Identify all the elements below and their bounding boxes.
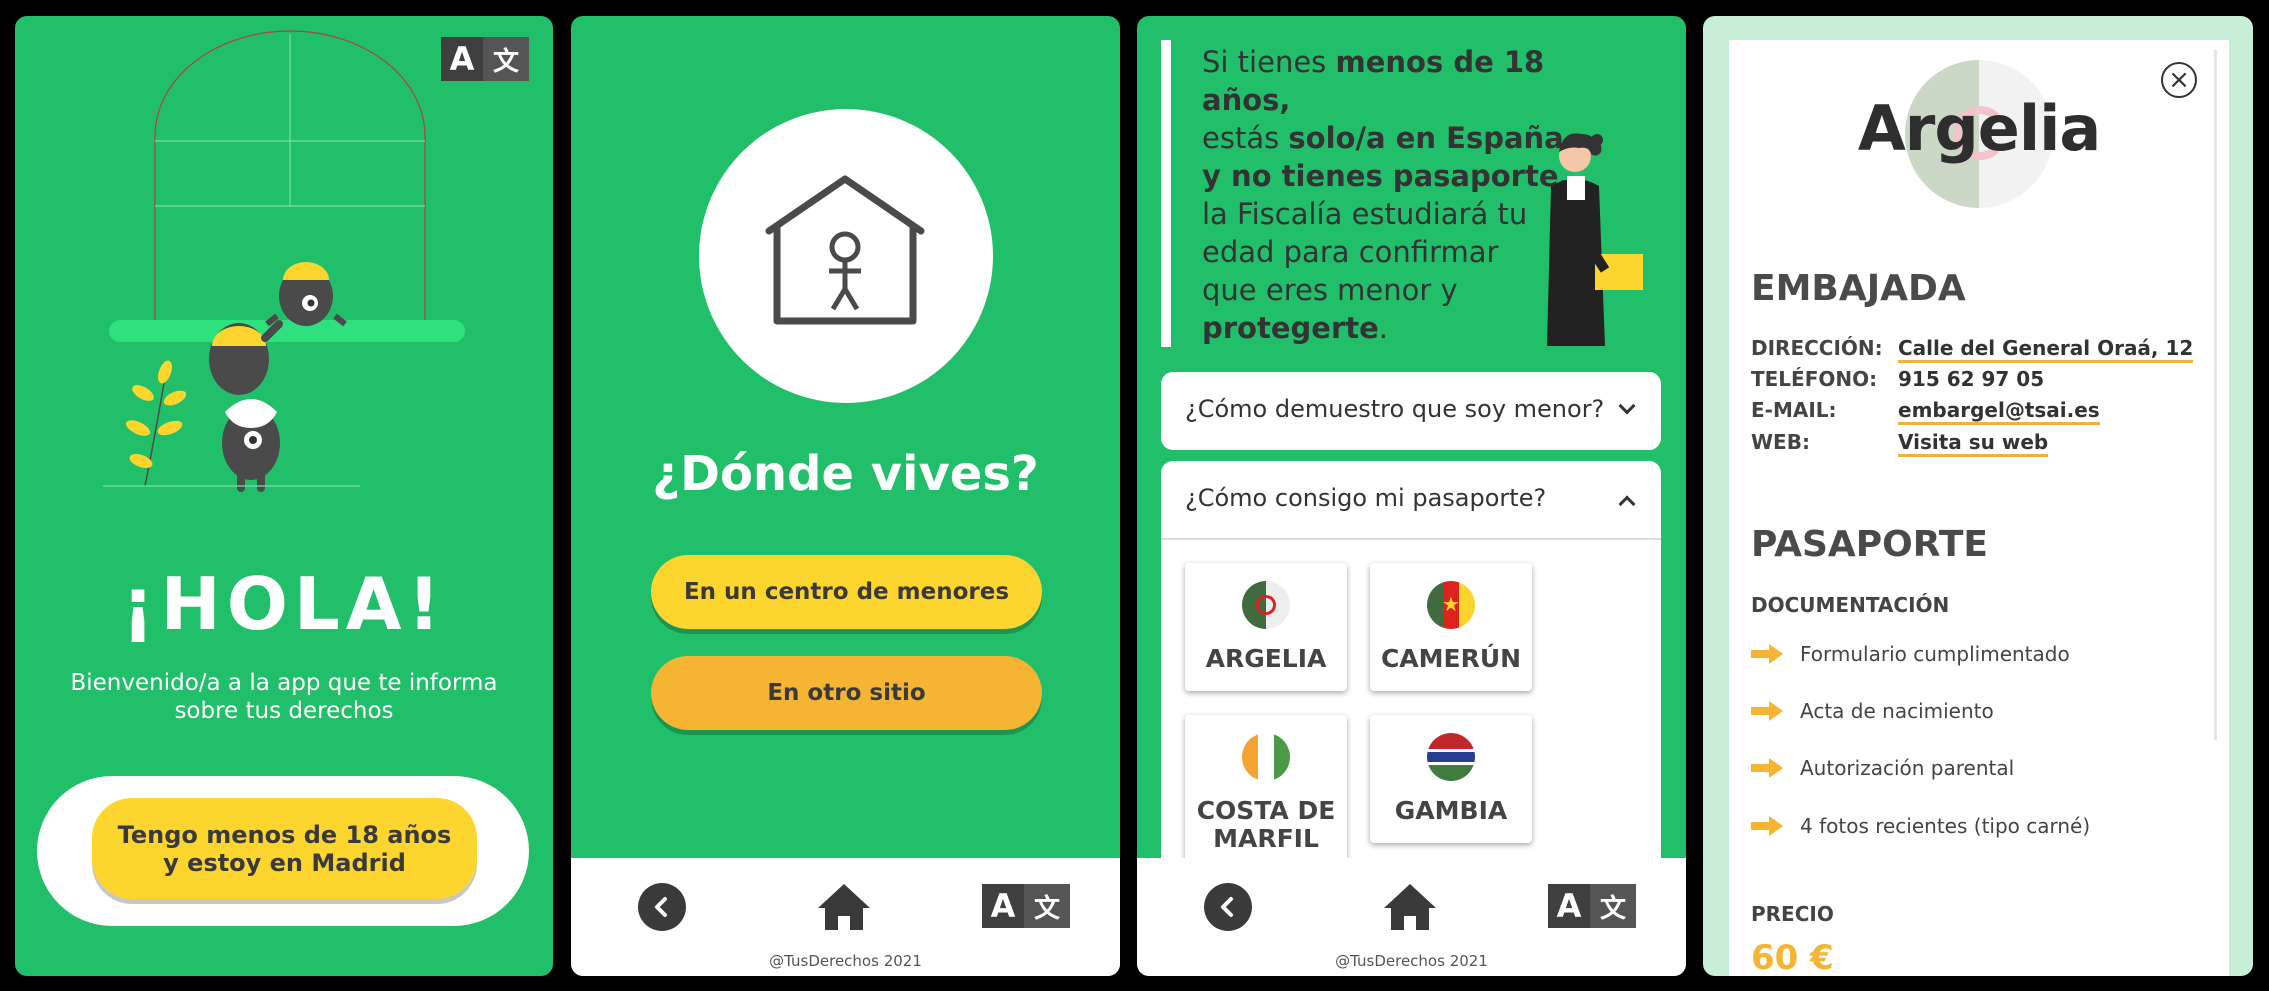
web-link[interactable]: Visita su web [1898, 430, 2049, 457]
embassy-title: EMBAJADA [1751, 268, 1966, 309]
country-name-line-1: COSTA DE [1196, 796, 1336, 825]
document-name: Autorización parental [1800, 756, 2015, 780]
document-name: Formulario cumplimentado [1800, 642, 2070, 666]
minor-info-text: Si tienes menos de 18 años, estás solo/a… [1202, 43, 1582, 347]
price-label: PRECIO [1751, 902, 1834, 926]
price-value: 60 € [1751, 938, 1834, 976]
arrow-right-icon [1751, 644, 1783, 664]
divider [1161, 538, 1661, 540]
phone-value: 915 62 97 05 [1898, 367, 2045, 391]
where-do-you-live-title: ¿Dónde vives? [652, 446, 1039, 502]
intro-l8: protegerte [1202, 311, 1379, 345]
intro-l3b: solo/a en España [1288, 121, 1564, 155]
phone-label: TELÉFONO: [1751, 367, 1878, 391]
translate-glyph: 文 [1590, 884, 1636, 928]
country-name: CAMERÚN [1380, 644, 1522, 673]
intro-l3a: estás [1202, 121, 1289, 155]
country-name-line-2: MARFIL [1213, 824, 1319, 853]
address-link[interactable]: Calle del General Oraá, 12 [1898, 336, 2194, 363]
chevron-up-icon [1618, 495, 1636, 513]
document-name: Acta de nacimiento [1800, 699, 1994, 723]
passport-title: PASAPORTE [1751, 524, 1988, 565]
close-icon: × [2168, 65, 2190, 95]
faq-get-passport-label: ¿Cómo consigo mi pasaporte? [1185, 484, 1547, 512]
copyright-footer: @TusDerechos 2021 [1335, 952, 1488, 970]
country-name: GAMBIA [1394, 796, 1508, 825]
web-value[interactable]: Visita su web [1898, 430, 2049, 457]
cameroon-flag-icon: ★ [1427, 581, 1475, 629]
translate-glyph: 文 [1024, 884, 1070, 928]
screen-passport-info: Si tienes menos de 18 años, estás solo/a… [1137, 16, 1686, 976]
country-card-gambia[interactable]: GAMBIA [1370, 715, 1532, 843]
welcome-illustration [103, 30, 465, 492]
intro-l4a: y [1202, 159, 1231, 193]
ivory-coast-flag-icon [1242, 733, 1290, 781]
email-link[interactable]: embargel@tsai.es [1898, 398, 2100, 425]
scrollbar[interactable] [2214, 50, 2217, 740]
home-icon[interactable] [816, 882, 872, 932]
bottom-navigation: A 文 @TusDerechos 2021 [571, 858, 1120, 976]
greeting-title: ¡HOLA! [121, 562, 447, 646]
country-card-camerun[interactable]: ★ CAMERÚN [1370, 563, 1532, 691]
close-button[interactable]: × [2161, 62, 2197, 98]
arrow-right-icon [1751, 701, 1783, 721]
country-card-argelia[interactable]: ARGELIA [1185, 563, 1347, 691]
prosecutor-illustration [1547, 133, 1643, 346]
algeria-flag-icon [1242, 581, 1290, 629]
faq-prove-minor-label: ¿Cómo demuestro que soy menor? [1185, 395, 1605, 423]
document-name: 4 fotos recientes (tipo carné) [1800, 814, 2091, 838]
screen-welcome: A 文 ¡HOLA! Bienvenido/a a la app que te … [15, 16, 553, 976]
intro-l4b: no tienes pasaporte, [1231, 159, 1570, 193]
country-name: ARGELIA [1205, 644, 1327, 673]
copyright-footer: @TusDerechos 2021 [769, 952, 922, 970]
country-title: Argelia [1857, 92, 2101, 165]
chevron-down-icon [1618, 397, 1636, 415]
chevron-left-icon [655, 897, 667, 917]
quote-bar [1161, 40, 1171, 347]
translate-button[interactable]: A 文 [1548, 884, 1636, 928]
intro-l1a: Si tienes [1202, 45, 1336, 79]
house-person-icon [765, 175, 925, 325]
screen-where-do-you-live: ¿Dónde vives? En un centro de menores En… [571, 16, 1120, 976]
welcome-line-2: sobre tus derechos [174, 698, 394, 724]
gambia-flag-icon [1427, 733, 1475, 781]
intro-l8b: . [1378, 311, 1388, 345]
web-label: WEB: [1751, 430, 1810, 454]
documentation-label: DOCUMENTACIÓN [1751, 593, 1950, 617]
minors-center-button[interactable]: En un centro de menores [651, 555, 1042, 629]
chevron-left-icon [1221, 897, 1233, 917]
intro-l5: la Fiscalía estudiará tu [1202, 197, 1528, 231]
country-detail-card: Argelia × EMBAJADA DIRECCIÓN: Calle del … [1729, 40, 2229, 976]
welcome-line-1: Bienvenido/a a la app que te informa [70, 670, 498, 696]
intro-l1b: menos de 18 [1335, 45, 1545, 79]
country-card-costa-de-marfil[interactable]: COSTA DE MARFIL [1185, 715, 1347, 865]
home-icon[interactable] [1382, 882, 1438, 932]
other-place-button[interactable]: En otro sitio [651, 656, 1042, 730]
address-value[interactable]: Calle del General Oraá, 12 [1898, 336, 2194, 363]
intro-l6: edad para confirmar [1202, 235, 1499, 269]
intro-l2: años, [1202, 83, 1291, 117]
back-button[interactable] [638, 883, 686, 931]
cta-line-2: y estoy en Madrid [163, 848, 406, 877]
address-label: DIRECCIÓN: [1751, 336, 1883, 360]
cta-line-1: Tengo menos de 18 años [117, 820, 452, 849]
back-button[interactable] [1204, 883, 1252, 931]
house-circle [699, 109, 993, 403]
email-label: E-MAIL: [1751, 398, 1837, 422]
arrow-right-icon [1751, 758, 1783, 778]
email-value[interactable]: embargel@tsai.es [1898, 398, 2100, 425]
bottom-navigation: A 文 @TusDerechos 2021 [1137, 858, 1686, 976]
translate-letter-a: A [982, 884, 1024, 928]
arrow-right-icon [1751, 816, 1783, 836]
under-18-madrid-button[interactable]: Tengo menos de 18 años y estoy en Madrid [92, 798, 477, 899]
intro-l7: que eres menor y [1202, 273, 1458, 307]
screen-country-detail: Argelia × EMBAJADA DIRECCIÓN: Calle del … [1703, 16, 2253, 976]
translate-letter-a: A [1548, 884, 1590, 928]
welcome-text: Bienvenido/a a la app que te informa sob… [15, 669, 553, 725]
translate-button[interactable]: A 文 [982, 884, 1070, 928]
faq-prove-minor[interactable]: ¿Cómo demuestro que soy menor? [1161, 372, 1661, 450]
